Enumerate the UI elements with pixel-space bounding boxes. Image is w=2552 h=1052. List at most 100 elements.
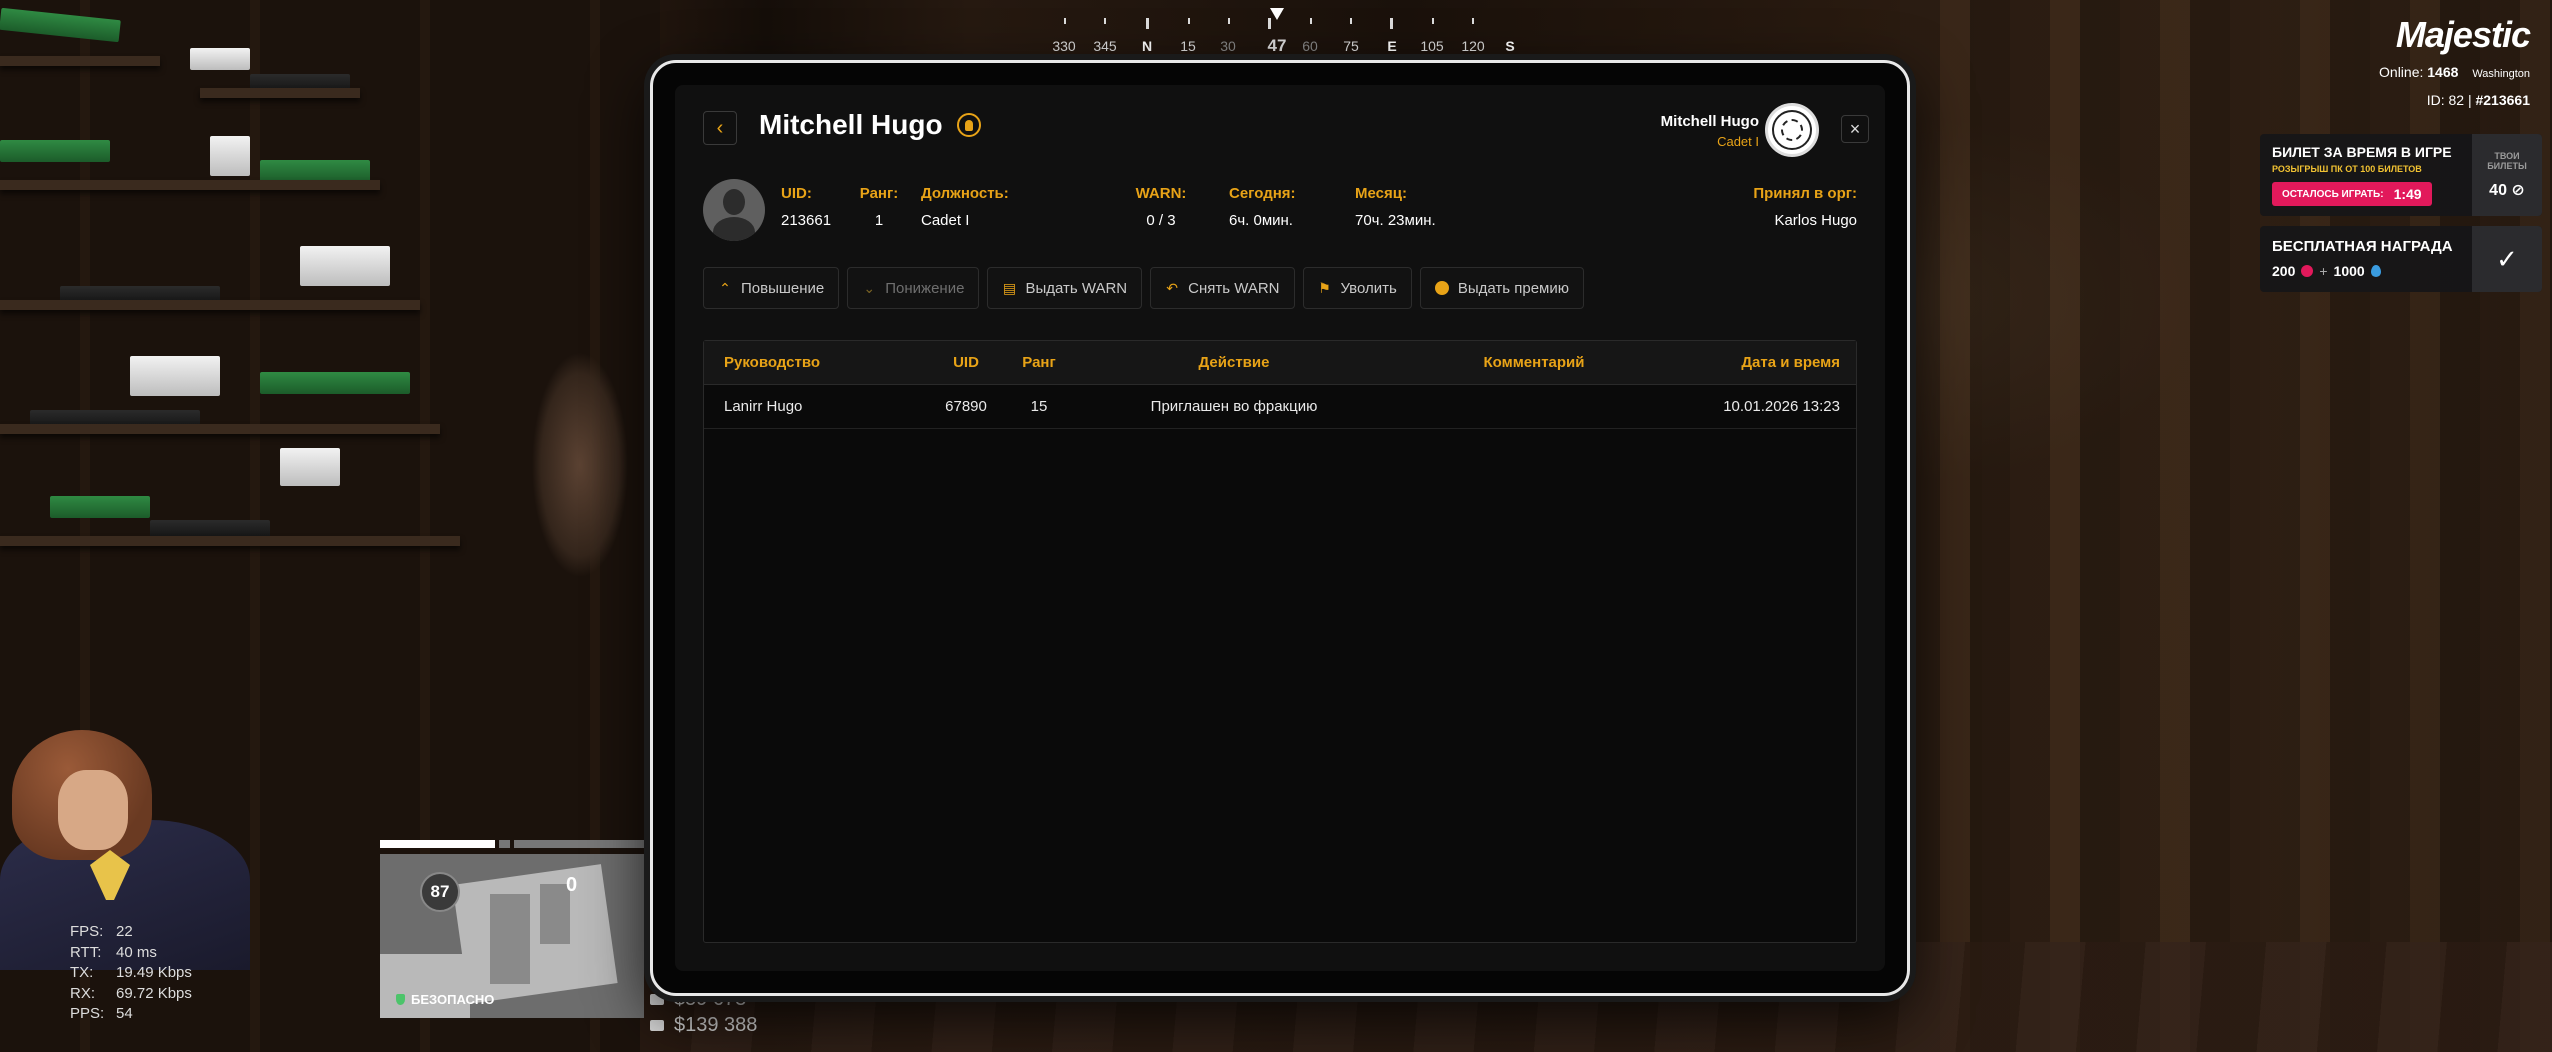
reward-title: БЕСПЛАТНАЯ НАГРАДА	[2272, 238, 2453, 255]
info-position: Должность: Cadet I	[921, 185, 1009, 229]
compass-label: 120	[1461, 38, 1485, 54]
info-label: Принял в орг:	[1753, 185, 1857, 202]
history-table: Руководство UID Ранг Действие Комментари…	[703, 340, 1857, 943]
background-figure	[520, 330, 640, 630]
id-value: #213661	[2475, 92, 2530, 108]
column-header: Дата и время	[1741, 354, 1840, 371]
action-label: Понижение	[885, 279, 965, 297]
safe-zone-indicator: БЕЗОПАСНО	[396, 992, 494, 1007]
bank-card-icon	[650, 1019, 664, 1031]
online-label: Online:	[2379, 64, 2424, 80]
current-user-name: Mitchell Hugo	[1660, 113, 1759, 130]
info-value: 213661	[781, 212, 832, 229]
compass-heading: 47	[1267, 36, 1287, 55]
safe-zone-label: БЕЗОПАСНО	[411, 992, 495, 1007]
ticket-icon: ⊘	[2511, 181, 2525, 199]
health-armor-bars	[380, 840, 644, 848]
table-cell: 67890	[945, 398, 987, 415]
compass-label: 75	[1343, 38, 1359, 54]
info-rank: Ранг: 1	[859, 185, 899, 229]
city-label: Washington	[2472, 68, 2530, 80]
stat-value: 22	[116, 923, 133, 940]
ticket-timer: ОСТАЛОСЬ ИГРАТЬ: 1:49	[2272, 182, 2432, 206]
table-cell: Lanirr Hugo	[724, 398, 803, 415]
stat-value: 69.72 Kbps	[116, 984, 192, 1002]
organization-seal-icon	[1765, 103, 1819, 157]
compass-label: 60	[1302, 38, 1318, 54]
fire-button[interactable]: ⚑ Уволить	[1302, 267, 1412, 309]
column-header: Комментарий	[1483, 354, 1585, 371]
ticket-timer-label: ОСТАЛОСЬ ИГРАТЬ:	[2282, 188, 2384, 200]
curtain	[1900, 0, 2260, 1052]
remove-warn-button[interactable]: ↶ Снять WARN	[1150, 267, 1295, 309]
info-uid: UID: 213661	[781, 185, 831, 229]
issue-warn-button[interactable]: ▤ Выдать WARN	[987, 267, 1143, 309]
tablet-device: ‹ Mitchell Hugo Mitchell Hugo Cadet I × …	[650, 60, 1910, 996]
employee-profile-screen: ‹ Mitchell Hugo Mitchell Hugo Cadet I × …	[675, 85, 1885, 971]
close-icon: ×	[1849, 118, 1861, 139]
action-label: Уволить	[1340, 279, 1397, 297]
action-label: Снять WARN	[1188, 279, 1280, 297]
coin-icon	[2301, 265, 2314, 277]
info-label: Должность:	[921, 185, 1009, 202]
info-label: Ранг:	[859, 185, 899, 202]
info-value: 1	[874, 212, 884, 229]
playtime-ticket-card: БИЛЕТ ЗА ВРЕМЯ В ИГРЕ РОЗЫГРЫШ ПК ОТ 100…	[2260, 134, 2542, 216]
compass: 330 345 N 15 30 47 60 75 E 105 120 S	[1040, 18, 1520, 58]
give-bonus-button[interactable]: Выдать премию	[1419, 267, 1584, 309]
action-label: Выдать WARN	[1025, 279, 1128, 297]
column-header: Руководство	[724, 354, 821, 371]
info-value: Karlos Hugo	[1774, 212, 1857, 229]
column-header: Ранг	[1022, 354, 1056, 371]
stat-value: 40 ms	[116, 943, 157, 961]
shield-icon	[396, 994, 405, 1005]
compass-label: 15	[1180, 38, 1196, 54]
info-value: 6ч. 0мин.	[1229, 212, 1293, 229]
coin-icon	[1434, 281, 1449, 295]
chevron-up-icon: ⌃	[719, 279, 731, 296]
demote-button[interactable]: ⌄ Понижение	[847, 267, 980, 309]
minimap-counter: 0	[566, 874, 578, 896]
back-button[interactable]: ‹	[703, 111, 737, 145]
cash-icon	[650, 993, 664, 1005]
action-bar: ⌃ Повышение ⌄ Понижение ▤ Выдать WARN ↶ …	[703, 267, 1584, 309]
compass-label: S	[1505, 38, 1515, 54]
user-pin-icon[interactable]	[956, 113, 981, 137]
id-label: ID: 82 |	[2426, 92, 2472, 108]
ticket-subtitle: РОЗЫГРЫШ ПК ОТ 100 БИЛЕТОВ	[2272, 164, 2422, 174]
claim-check-button[interactable]: ✓	[2472, 226, 2542, 292]
current-user: Mitchell Hugo Cadet I	[1661, 113, 1759, 149]
table-cell: 10.01.2026 13:23	[1723, 398, 1840, 415]
column-header: Действие	[1198, 354, 1270, 371]
close-button[interactable]: ×	[1841, 115, 1869, 143]
info-value: Cadet I	[921, 212, 970, 229]
info-label: Месяц:	[1355, 185, 1407, 202]
stat-key: RX:	[70, 984, 96, 1002]
info-accepted-by: Принял в орг: Karlos Hugo	[1753, 185, 1857, 229]
table-row: Lanirr Hugo 67890 15 Приглашен во фракци…	[704, 385, 1856, 429]
compass-label: 330	[1052, 38, 1076, 54]
info-value: 70ч. 23мин.	[1355, 212, 1436, 229]
promote-button[interactable]: ⌃ Повышение	[703, 267, 840, 309]
stat-key: PPS:	[70, 1005, 105, 1022]
speed-indicator: 87	[420, 872, 460, 912]
undo-icon: ↶	[1166, 279, 1178, 296]
compass-label: 105	[1420, 38, 1444, 54]
drop-icon	[2370, 265, 2381, 277]
info-label: Сегодня:	[1229, 185, 1296, 202]
check-icon: ✓	[2496, 243, 2518, 274]
fire-icon: ⚑	[1318, 279, 1331, 296]
compass-pointer-icon	[1270, 8, 1284, 20]
warn-doc-icon: ▤	[1002, 279, 1017, 296]
online-count: 1468	[2427, 64, 2459, 80]
stat-value: 54	[116, 1005, 133, 1022]
player-id: ID: 82 | #213661	[2427, 92, 2530, 108]
ticket-title: БИЛЕТ ЗА ВРЕМЯ В ИГРЕ	[2272, 144, 2452, 160]
compass-label: E	[1387, 38, 1397, 54]
action-label: Выдать премию	[1457, 279, 1569, 297]
bank-value: $139 388	[674, 1014, 758, 1036]
info-label: WARN:	[1135, 185, 1187, 202]
stat-key: TX:	[70, 964, 94, 981]
info-today: Сегодня: 6ч. 0мин.	[1229, 185, 1296, 229]
free-reward-card[interactable]: БЕСПЛАТНАЯ НАГРАДА 200 + 1000 ✓	[2260, 226, 2542, 292]
